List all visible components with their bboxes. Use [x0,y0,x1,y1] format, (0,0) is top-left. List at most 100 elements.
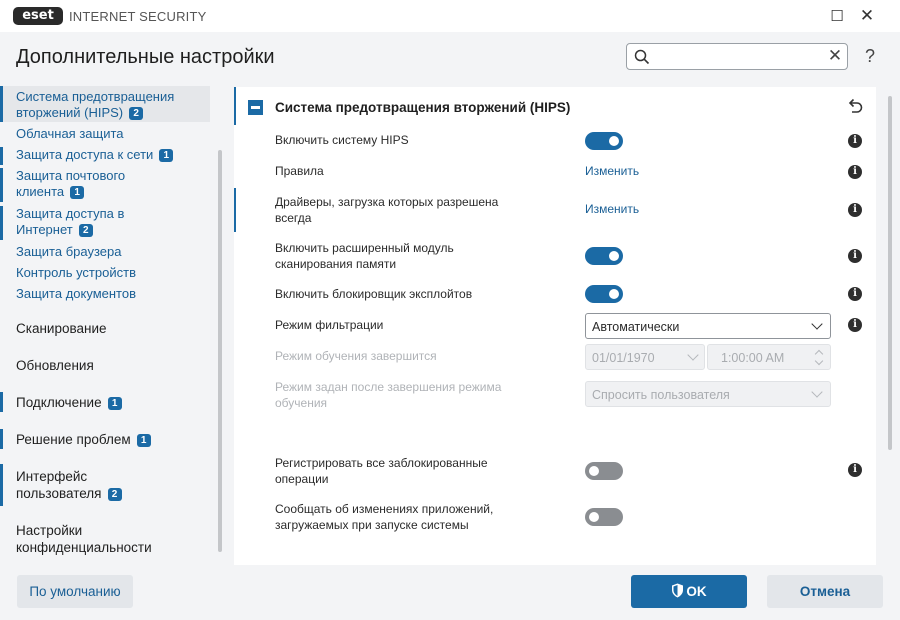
sidebar-section-label: Сканирование [16,321,107,336]
sidebar-item-document-protection[interactable]: Защита документов [0,286,210,302]
sidebar-item-label: Облачная защита [16,126,124,141]
chevron-down-icon [811,386,823,398]
enable-hips-toggle[interactable] [585,132,623,150]
sidebar-section-updates[interactable]: Обновления [16,357,206,374]
eset-logo: eset [13,7,63,25]
sidebar-scrolled-item-edge [54,80,109,83]
chevron-down-icon [687,349,699,361]
sidebar-item-label: Защита доступа к сети [16,147,154,162]
sidebar-section-label: Подключение [16,395,102,410]
sidebar-item-device-control[interactable]: Контроль устройств [0,265,210,281]
cancel-button[interactable]: Отмена [767,575,883,608]
ok-button[interactable]: OK [631,575,747,608]
exploit-blocker-label: Включить блокировщик эксплойтов [275,287,473,301]
clear-search-icon[interactable]: ✕ [825,45,845,67]
default-button[interactable]: По умолчанию [17,575,133,608]
spin-down-icon[interactable] [814,356,824,366]
sidebar-item-web-access-protection[interactable]: Защита доступа в Интернет 2 [0,206,150,238]
sidebar-badge: 1 [107,397,122,410]
sidebar-item-indicator [0,168,3,202]
sidebar-section-label: Обновления [16,358,94,373]
learning-end-date-value: 01/01/1970 [592,351,655,365]
info-icon[interactable]: i [848,134,862,148]
exploit-blocker-toggle[interactable] [585,285,623,303]
sidebar-section-user-interface[interactable]: Интерфейс пользователя 2 [16,468,146,502]
sidebar-item-label: Защита доступа в Интернет [16,206,125,237]
close-window-icon[interactable]: ✕ [857,6,877,26]
sidebar-item-email-protection[interactable]: Защита почтового клиента 1 [0,168,150,200]
learning-end-time-spinner[interactable]: 1:00:00 AM [707,344,831,370]
filtering-mode-select[interactable]: Автоматически [585,313,831,339]
chevron-down-icon [811,318,823,330]
sidebar-item-indicator [0,147,3,165]
sidebar-badge: 2 [107,488,122,501]
page-title: Дополнительные настройки [16,46,275,68]
sidebar-scrollbar[interactable] [218,150,222,552]
sidebar-item-network-access-protection[interactable]: Защита доступа к сети 1 [0,147,210,163]
search-icon [634,49,650,65]
help-icon[interactable]: ? [861,46,879,66]
sidebar-badge: 1 [136,434,151,447]
sidebar-section-label: Интерфейс пользователя [16,469,102,501]
search-input[interactable] [654,47,820,67]
collapse-section-button[interactable] [248,100,263,115]
sidebar-section-label: Настройки конфиденциальности [16,523,152,555]
sidebar-section-privacy-settings[interactable]: Настройки конфиденциальности [16,522,166,556]
advanced-memory-scanner-toggle[interactable] [585,247,623,265]
drivers-edit-link[interactable]: Изменить [585,202,639,216]
learning-mode-end-label: Режим обучения завершится [275,349,437,363]
sidebar-item-indicator [0,86,3,122]
sidebar-item-indicator [0,206,3,240]
learning-end-time-value: 1:00:00 AM [721,351,785,365]
title-bar: eset INTERNET SECURITY ☐ ✕ [0,0,900,32]
sidebar-section-indicator [0,429,3,449]
sidebar-section-scanning[interactable]: Сканирование [16,320,206,337]
changed-setting-indicator [234,188,236,232]
info-icon[interactable]: i [848,203,862,217]
sidebar-badge: 2 [78,224,93,237]
panel-scrollbar[interactable] [888,96,892,450]
mode-after-learning-value: Спросить пользователя [592,388,730,402]
sidebar: Система предотвращения вторжений (HIPS) 2… [0,80,226,560]
info-icon[interactable]: i [848,318,862,332]
section-title: Система предотвращения вторжений (HIPS) [275,100,571,115]
info-icon[interactable]: i [848,165,862,179]
notify-startup-changes-toggle[interactable] [585,508,623,526]
sidebar-badge: 1 [159,149,174,162]
section-header-indicator [234,87,236,125]
ok-button-label: OK [686,584,707,599]
info-icon[interactable]: i [848,249,862,263]
maximize-icon[interactable]: ☐ [827,6,847,26]
app-title: INTERNET SECURITY [69,9,207,24]
filtering-mode-label: Режим фильтрации [275,318,384,332]
mode-after-learning-select[interactable]: Спросить пользователя [585,381,831,407]
rules-edit-link[interactable]: Изменить [585,164,639,178]
sidebar-item-label: Защита документов [16,286,136,301]
drivers-label: Драйверы, загрузка которых разрешена все… [275,195,499,225]
info-icon[interactable]: i [848,463,862,477]
sidebar-item-label: Контроль устройств [16,265,136,280]
undo-icon[interactable] [845,97,865,117]
mode-after-learning-label: Режим задан после завершения режима обуч… [275,380,502,410]
sidebar-item-browser-protection[interactable]: Защита браузера [0,244,210,260]
sidebar-item-label: Защита браузера [16,244,122,259]
log-blocked-operations-toggle[interactable] [585,462,623,480]
sidebar-badge: 2 [129,107,144,120]
sidebar-item-cloud-protection[interactable]: Облачная защита [0,126,210,142]
search-box[interactable]: ✕ [626,43,848,70]
notify-startup-changes-label: Сообщать об изменениях приложений, загру… [275,502,494,532]
learning-end-date-picker[interactable]: 01/01/1970 [585,344,705,370]
rules-label: Правила [275,164,324,178]
sidebar-badge: 1 [70,186,85,199]
enable-hips-label: Включить систему HIPS [275,133,409,147]
sidebar-item-label: Система предотвращения вторжений (HIPS) [16,89,175,120]
sidebar-section-indicator [0,464,3,506]
sidebar-section-label: Решение проблем [16,432,131,447]
sidebar-section-connection[interactable]: Подключение 1 [16,394,206,411]
settings-panel: Система предотвращения вторжений (HIPS) … [234,87,876,565]
sidebar-section-troubleshooting[interactable]: Решение проблем 1 [16,431,206,448]
sidebar-item-hips[interactable]: Система предотвращения вторжений (HIPS) 2 [0,86,210,122]
shield-icon [672,583,684,598]
info-icon[interactable]: i [848,287,862,301]
log-blocked-operations-label: Регистрировать все заблокированные опера… [275,456,488,486]
